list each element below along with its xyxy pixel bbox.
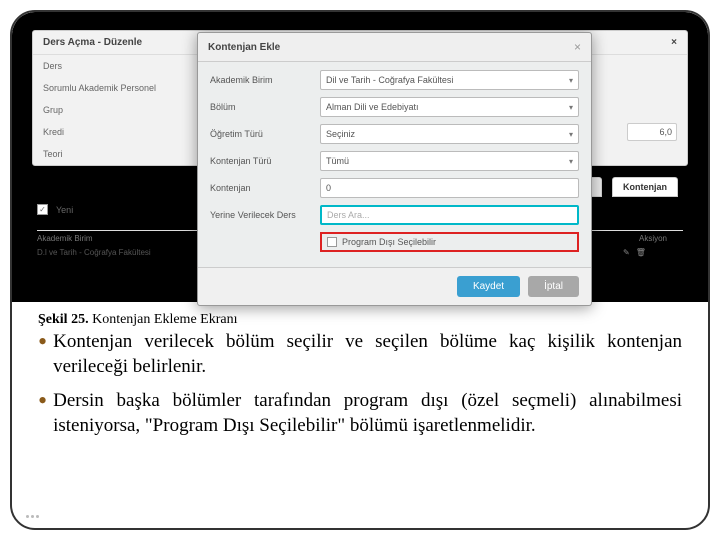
modal-footer: Kaydet İptal xyxy=(198,267,591,305)
select-akademik-birim-value: Dil ve Tarih - Coğrafya Fakültesi xyxy=(326,75,453,85)
modal-header: Kontenjan Ekle × xyxy=(198,33,591,62)
label-kontenjan-turu: Kontenjan Türü xyxy=(210,156,320,166)
label-akademik-birim: Akademik Birim xyxy=(210,75,320,85)
select-bolum[interactable]: Alman Dili ve Edebiyatı ▾ xyxy=(320,97,579,117)
bg-label-kredi: Kredi xyxy=(43,127,173,137)
label-yerine-ders: Yerine Verilecek Ders xyxy=(210,210,320,220)
input-yerine-ders-placeholder: Ders Ara... xyxy=(327,210,370,220)
screenshot-figure: Ders Açma - Düzenle × Ders Sorumlu Akade… xyxy=(12,12,708,302)
modal-title: Kontenjan Ekle xyxy=(208,42,280,53)
bullet-icon: • xyxy=(38,389,47,438)
label-program-disi: Program Dışı Seçilebilir xyxy=(342,237,436,247)
select-kontenjan-turu[interactable]: Tümü ▾ xyxy=(320,151,579,171)
select-ogretim-turu[interactable]: Seçiniz ▾ xyxy=(320,124,579,144)
close-icon[interactable]: × xyxy=(574,40,581,54)
checkbox-program-disi[interactable] xyxy=(327,237,337,247)
chevron-down-icon: ▾ xyxy=(569,76,573,85)
select-ogretim-turu-value: Seçiniz xyxy=(326,129,355,139)
checkbox-yeni[interactable]: ✓ xyxy=(37,204,48,215)
label-bolum: Bölüm xyxy=(210,102,320,112)
bg-label-ders: Ders xyxy=(43,61,173,71)
program-disi-row[interactable]: Program Dışı Seçilebilir xyxy=(320,232,579,252)
bg-label-personel: Sorumlu Akademik Personel xyxy=(43,83,173,93)
bg-label-grup: Grup xyxy=(43,105,173,115)
input-kontenjan[interactable]: 0 xyxy=(320,178,579,198)
close-icon[interactable]: × xyxy=(671,37,677,48)
label-kontenjan: Kontenjan xyxy=(210,183,320,193)
figure-caption: Şekil 25. Kontenjan Ekleme Ekranı xyxy=(38,312,682,328)
select-akademik-birim[interactable]: Dil ve Tarih - Coğrafya Fakültesi ▾ xyxy=(320,70,579,90)
bg-label-teori: Teori xyxy=(43,149,173,159)
chevron-down-icon: ▾ xyxy=(569,103,573,112)
input-kontenjan-value: 0 xyxy=(326,183,331,193)
bullet-1: • Kontenjan verilecek bölüm seçilir ve s… xyxy=(38,330,682,379)
caption-label: Şekil 25. xyxy=(38,312,89,327)
slide-container: Ders Açma - Düzenle × Ders Sorumlu Akade… xyxy=(10,10,710,530)
save-button[interactable]: Kaydet xyxy=(457,276,520,297)
bg-yeni-label: Yeni xyxy=(56,205,73,215)
chevron-down-icon: ▾ xyxy=(569,157,573,166)
bg-kredi-value[interactable]: 6,0 xyxy=(627,123,677,141)
bullet-1-text: Kontenjan verilecek bölüm seçilir ve seç… xyxy=(53,330,682,379)
delete-icon[interactable]: 🗑 xyxy=(636,248,646,257)
modal-body: Akademik Birim Dil ve Tarih - Coğrafya F… xyxy=(198,62,591,267)
modal-kontenjan-ekle: Kontenjan Ekle × Akademik Birim Dil ve T… xyxy=(197,32,592,306)
input-yerine-ders[interactable]: Ders Ara... xyxy=(320,205,579,225)
bg-window-title: Ders Açma - Düzenle xyxy=(43,37,142,48)
select-kontenjan-turu-value: Tümü xyxy=(326,156,349,166)
col-aksiyon: Aksiyon xyxy=(623,234,683,243)
select-bolum-value: Alman Dili ve Edebiyatı xyxy=(326,102,419,112)
text-content: Şekil 25. Kontenjan Ekleme Ekranı • Kont… xyxy=(12,302,708,459)
bullet-2-text: Dersin başka bölümler tarafından program… xyxy=(53,389,682,438)
bullet-2: • Dersin başka bölümler tarafından progr… xyxy=(38,389,682,438)
edit-icon[interactable]: ✎ xyxy=(623,248,630,257)
chevron-down-icon: ▾ xyxy=(569,130,573,139)
cancel-button[interactable]: İptal xyxy=(528,276,579,297)
tab-kontenjan[interactable]: Kontenjan xyxy=(612,177,678,197)
bullet-icon: • xyxy=(38,330,47,379)
label-ogretim-turu: Öğretim Türü xyxy=(210,129,320,139)
caption-text: Kontenjan Ekleme Ekranı xyxy=(92,312,237,327)
decorative-dots xyxy=(26,515,39,518)
